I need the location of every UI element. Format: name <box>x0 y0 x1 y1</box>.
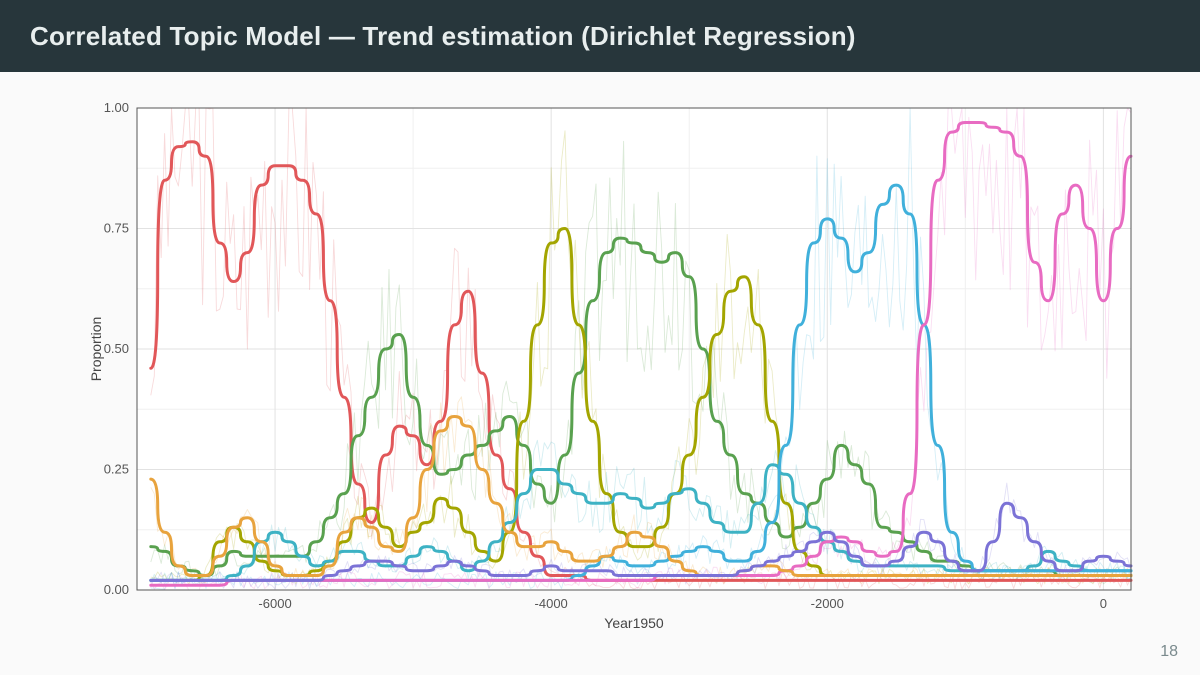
y-tick-label: 1.00 <box>104 100 129 115</box>
y-tick-label: 0.75 <box>104 221 129 236</box>
line-chart: -6000 -4000 -2000 0 0.00 0.25 0.50 0.75 1.00 Year… <box>85 90 1145 640</box>
x-tick-label: 0 <box>1100 596 1107 611</box>
x-tick-label: -2000 <box>811 596 844 611</box>
slide-title: Correlated Topic Model — Trend estimatio… <box>30 21 856 52</box>
slide-body: -6000 -4000 -2000 0 0.00 0.25 0.50 0.75 1.00 Year… <box>0 72 1200 675</box>
chart-container: -6000 -4000 -2000 0 0.00 0.25 0.50 0.75 1.00 Year… <box>85 90 1145 640</box>
slide-header: Correlated Topic Model — Trend estimatio… <box>0 0 1200 72</box>
y-tick-label: 0.25 <box>104 462 129 477</box>
y-axis-title: Proportion <box>88 317 104 382</box>
x-tick-label: -4000 <box>535 596 568 611</box>
y-tick-label: 0.50 <box>104 341 129 356</box>
page-number: 18 <box>1160 643 1178 661</box>
x-tick-label: -6000 <box>258 596 291 611</box>
y-tick-label: 0.00 <box>104 582 129 597</box>
x-axis-title: Year1950 <box>604 615 664 631</box>
